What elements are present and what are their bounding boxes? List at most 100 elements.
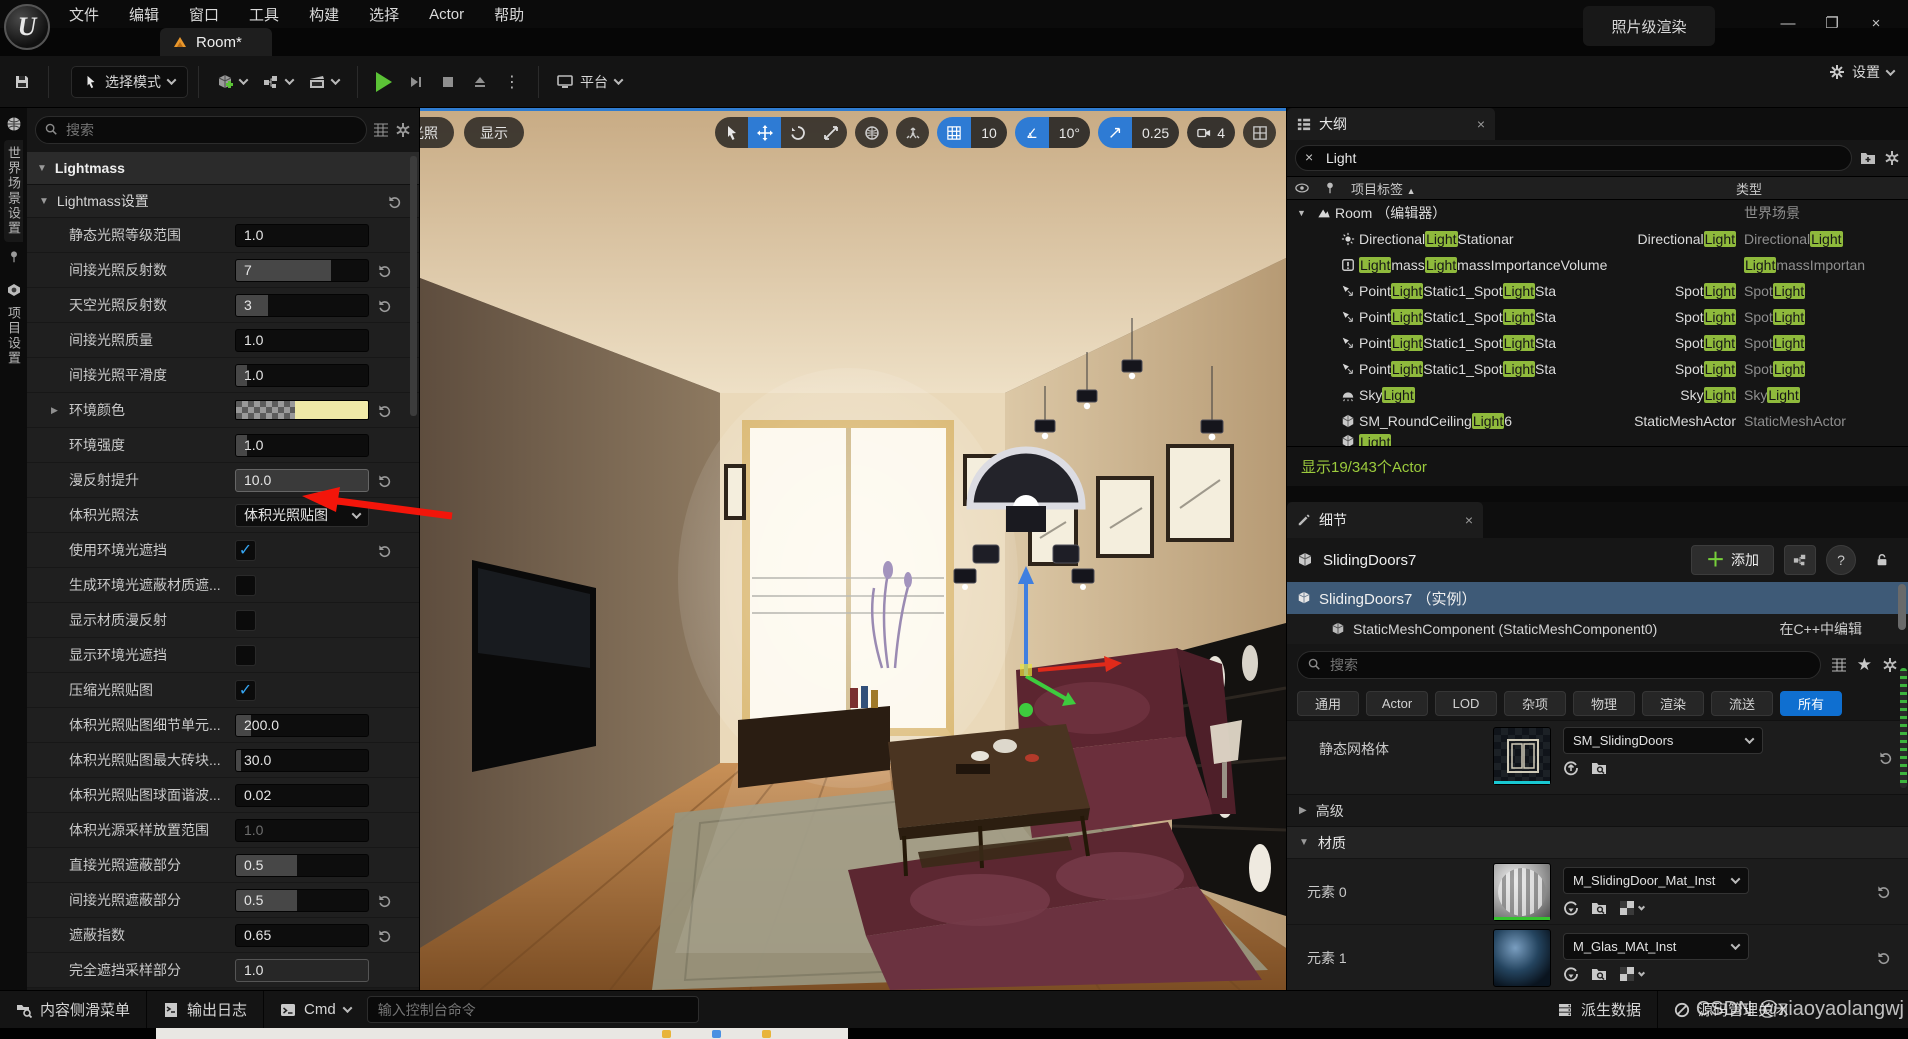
menu-item[interactable]: 文件 (54, 4, 114, 25)
component-row[interactable]: StaticMeshComponent (StaticMeshComponent… (1287, 614, 1908, 644)
select-mode-dropdown[interactable]: 选择模式 (71, 66, 188, 98)
undo-icon[interactable] (369, 263, 399, 278)
angle-snap-control[interactable]: 10° (1015, 117, 1090, 148)
outliner-settings-icon[interactable] (1884, 150, 1900, 166)
rotate-tool[interactable] (781, 117, 814, 148)
outliner-row[interactable]: SM_RoundCeilingLight6 StaticMeshActor St… (1287, 408, 1908, 434)
details-scrollbar-thumb[interactable] (1898, 584, 1906, 630)
checker-icon[interactable] (1619, 966, 1644, 982)
folder-search-icon[interactable] (1591, 900, 1607, 916)
stop-button[interactable] (432, 65, 464, 99)
viewport-layout-icon[interactable] (1243, 117, 1276, 148)
value-field[interactable]: 1.0 (235, 329, 369, 352)
grid-view-icon[interactable] (373, 122, 389, 138)
lock-icon[interactable] (1866, 545, 1898, 575)
panel-splitter[interactable] (1287, 486, 1908, 502)
material-thumbnail[interactable] (1493, 929, 1551, 987)
display-options-icon[interactable] (1831, 657, 1847, 673)
world-settings-search-input[interactable] (35, 116, 367, 144)
visibility-column-icon[interactable] (1295, 181, 1309, 195)
color-swatch[interactable] (235, 400, 369, 420)
filter-chip[interactable]: 所有 (1780, 691, 1842, 716)
undo-icon[interactable] (369, 928, 399, 943)
minimize-button[interactable]: — (1766, 8, 1810, 38)
value-slider[interactable]: 3 (235, 294, 369, 317)
outliner-row[interactable]: PointLightStatic1_SpotLightSta SpotLight… (1287, 278, 1908, 304)
close-icon[interactable]: × (1465, 512, 1473, 528)
menu-item[interactable]: 窗口 (174, 4, 234, 25)
materials-section-header[interactable]: ▼材质 (1287, 826, 1908, 858)
menu-item[interactable]: 帮助 (479, 4, 539, 25)
undo-icon[interactable] (369, 298, 399, 313)
add-folder-icon[interactable] (1860, 150, 1876, 166)
viewport[interactable]: 光照 显示 10 10° (420, 108, 1286, 990)
undo-icon[interactable] (1870, 727, 1900, 788)
show-pill[interactable]: 显示 (464, 117, 524, 148)
value-field[interactable]: 10.0 (235, 469, 369, 492)
outliner-row[interactable]: PointLightStatic1_SpotLightSta SpotLight… (1287, 356, 1908, 382)
photoreal-render-button[interactable]: 照片级渲染 (1583, 6, 1715, 46)
add-actor-button[interactable] (209, 65, 255, 99)
outliner-row[interactable]: PointLightStatic1_SpotLightSta SpotLight… (1287, 330, 1908, 356)
blueprints-button[interactable] (255, 65, 301, 99)
undo-icon[interactable] (1866, 950, 1900, 965)
unreal-logo-icon[interactable]: U (4, 4, 50, 50)
section-lightmass-settings[interactable]: ▼Lightmass设置 (27, 185, 419, 218)
outliner-row[interactable]: LightmassLightmassImportanceVolume Light… (1287, 252, 1908, 278)
outliner-row[interactable]: Light (1287, 434, 1908, 446)
outliner-row[interactable]: SkyLight SkyLight SkyLight (1287, 382, 1908, 408)
outliner-row[interactable]: DirectionalLightStationar DirectionalLig… (1287, 226, 1908, 252)
grid-snap-control[interactable]: 10 (937, 117, 1007, 148)
browse-to-icon[interactable] (1563, 966, 1579, 982)
checkbox[interactable] (235, 645, 256, 666)
tab-outliner[interactable]: 大纲 × (1287, 108, 1495, 140)
advanced-section[interactable]: ▶高级 (1287, 794, 1908, 826)
close-icon[interactable]: × (1477, 116, 1485, 132)
browse-to-icon[interactable] (1563, 900, 1579, 916)
help-button[interactable]: ? (1826, 545, 1856, 575)
material-dropdown[interactable]: M_Glas_MAt_Inst (1563, 933, 1749, 960)
camera-speed-control[interactable]: 4 (1187, 117, 1235, 148)
details-scrollbar[interactable] (1900, 668, 1907, 788)
scale-snap-control[interactable]: 0.25 (1098, 117, 1179, 148)
tab-project-settings[interactable]: 项目设置 (4, 306, 23, 366)
output-log-button[interactable]: 输出日志 (147, 991, 263, 1028)
filter-chip[interactable]: 杂项 (1504, 691, 1566, 716)
browse-to-icon[interactable] (1563, 760, 1579, 776)
tab-details[interactable]: 细节 × (1287, 502, 1483, 538)
value-dropdown[interactable]: 体积光照贴图 (235, 504, 369, 527)
menu-item[interactable]: 工具 (234, 4, 294, 25)
surface-snap-toggle[interactable] (896, 117, 929, 148)
derived-data-button[interactable]: 派生数据 (1541, 991, 1657, 1028)
world-local-toggle[interactable] (855, 117, 888, 148)
mesh-dropdown[interactable]: SM_SlidingDoors (1563, 727, 1763, 754)
edit-blueprint-button[interactable] (1784, 545, 1816, 575)
material-dropdown[interactable]: M_SlidingDoor_Mat_Inst (1563, 867, 1749, 894)
add-component-button[interactable]: ＋添加 (1691, 545, 1774, 575)
clear-search-icon[interactable]: × (1305, 149, 1313, 165)
play-options-kebab[interactable]: ⋮ (496, 65, 528, 99)
outliner-search-input[interactable] (1295, 145, 1852, 171)
close-button[interactable]: × (1854, 8, 1898, 38)
eject-button[interactable] (464, 65, 496, 99)
menu-item[interactable]: 编辑 (114, 4, 174, 25)
checker-icon[interactable] (1619, 900, 1644, 916)
platforms-dropdown[interactable]: 平台 (549, 65, 630, 99)
outliner-row[interactable]: ▼ Room （编辑器） 世界场景 (1287, 200, 1908, 226)
value-slider[interactable]: 200.0 (235, 714, 369, 737)
label-column-header[interactable]: 项目标签 ▲ (1351, 179, 1416, 198)
undo-icon[interactable] (1866, 884, 1900, 899)
value-slider[interactable]: 7 (235, 259, 369, 282)
move-tool[interactable] (748, 117, 781, 148)
content-drawer-button[interactable]: 内容侧滑菜单 (0, 991, 146, 1028)
checkbox[interactable] (235, 610, 256, 631)
editor-settings-dropdown[interactable]: 设置 (1829, 62, 1894, 82)
undo-icon[interactable] (369, 473, 399, 488)
outliner-row[interactable]: PointLightStatic1_SpotLightSta SpotLight… (1287, 304, 1908, 330)
value-field[interactable]: 0.65 (235, 924, 369, 947)
selected-instance-row[interactable]: SlidingDoors7 （实例） (1287, 582, 1908, 614)
panel-gear-icon[interactable] (395, 122, 411, 138)
filter-chip[interactable]: LOD (1435, 691, 1497, 716)
scale-tool[interactable] (814, 117, 847, 148)
undo-icon[interactable] (379, 194, 409, 209)
